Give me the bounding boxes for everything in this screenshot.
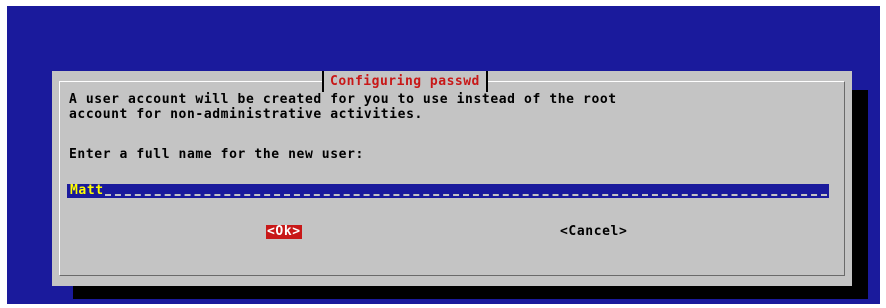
message-line-2: account for non-administrative activitie… bbox=[69, 107, 423, 122]
installer-screen: Configuring passwd A user account will b… bbox=[7, 6, 880, 304]
dialog-title-bar: Configuring passwd bbox=[322, 71, 488, 92]
input-fill bbox=[104, 192, 827, 196]
configure-dialog: Configuring passwd A user account will b… bbox=[52, 71, 852, 286]
message-line-1: A user account will be created for you t… bbox=[69, 92, 617, 107]
ok-button[interactable]: <Ok> bbox=[266, 225, 302, 239]
dialog-title: Configuring passwd bbox=[330, 74, 480, 89]
full-name-value: Matt bbox=[70, 183, 104, 198]
prompt-label: Enter a full name for the new user: bbox=[69, 147, 364, 162]
full-name-input[interactable]: Matt bbox=[67, 184, 829, 198]
cancel-button[interactable]: <Cancel> bbox=[559, 225, 628, 239]
